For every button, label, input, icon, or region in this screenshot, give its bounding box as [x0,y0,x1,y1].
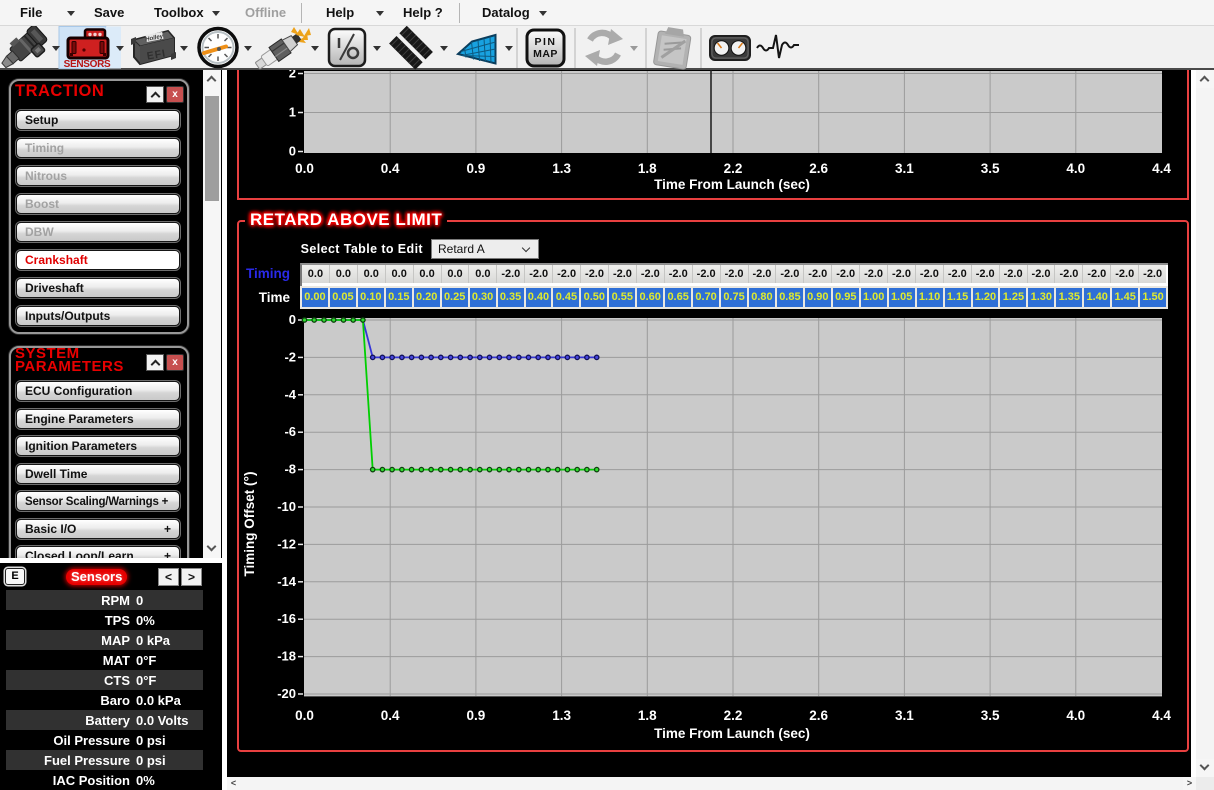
svg-text:2.2: 2.2 [724,708,743,723]
svg-text:0.0: 0.0 [295,161,314,176]
svg-text:PIN: PIN [534,36,556,48]
svg-text:1: 1 [289,105,296,120]
svg-text:-14: -14 [277,574,297,589]
svg-text:3.1: 3.1 [895,161,914,176]
svg-text:0: 0 [289,144,296,159]
svg-text:SENSORS: SENSORS [64,59,111,70]
svg-text:-6: -6 [284,424,296,439]
svg-text:-16: -16 [277,611,296,626]
svg-text:4.4: 4.4 [1152,161,1171,176]
svg-text:-18: -18 [277,649,296,664]
svg-text:0.4: 0.4 [381,161,400,176]
svg-text:3.1: 3.1 [895,708,914,723]
svg-text:4.4: 4.4 [1152,708,1171,723]
svg-text:1.8: 1.8 [638,708,657,723]
svg-text:2.6: 2.6 [809,161,828,176]
svg-text:-2: -2 [284,349,296,364]
svg-text:Time From Launch (sec): Time From Launch (sec) [654,177,810,192]
svg-text:1.3: 1.3 [552,161,571,176]
svg-text:-4: -4 [284,387,296,402]
svg-text:-20: -20 [277,686,296,701]
svg-text:-12: -12 [277,536,296,551]
svg-text:2.2: 2.2 [724,161,743,176]
svg-text:1.3: 1.3 [552,708,571,723]
svg-text:4.0: 4.0 [1066,161,1085,176]
svg-text:4.0: 4.0 [1066,708,1085,723]
svg-text:2.6: 2.6 [809,708,828,723]
svg-text:3.5: 3.5 [981,161,1000,176]
svg-text:0.9: 0.9 [467,708,486,723]
svg-text:Timing Offset (°): Timing Offset (°) [242,472,257,577]
svg-text:1.8: 1.8 [638,161,657,176]
svg-text:Time From Launch (sec): Time From Launch (sec) [654,726,810,741]
svg-text:0.4: 0.4 [381,708,400,723]
svg-text:MAP: MAP [533,48,558,60]
svg-text:0.9: 0.9 [467,161,486,176]
svg-text:0.0: 0.0 [295,708,314,723]
svg-text:2: 2 [289,70,296,81]
svg-text:EFI: EFI [146,47,167,62]
svg-text:3.5: 3.5 [981,708,1000,723]
svg-text:-10: -10 [277,499,296,514]
svg-text:-8: -8 [284,462,296,477]
svg-text:0: 0 [289,312,296,327]
